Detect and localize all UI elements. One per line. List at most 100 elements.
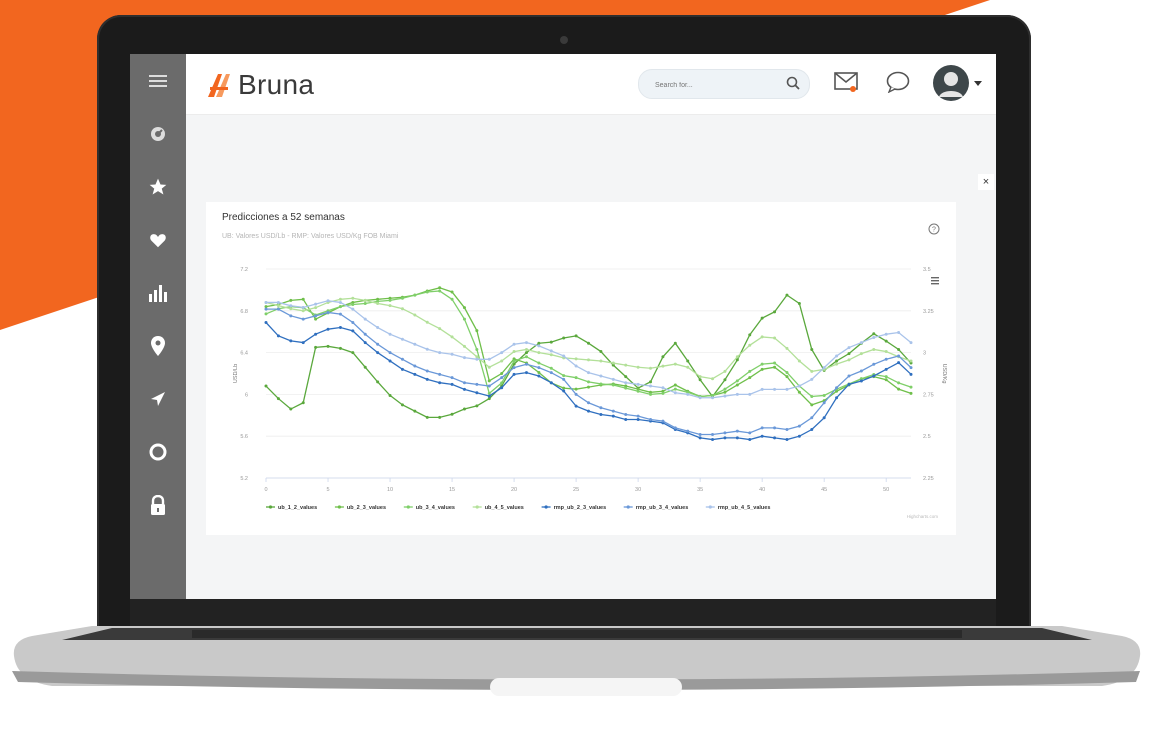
y-tick-label: 6 bbox=[245, 392, 248, 398]
data-point-ub_1_2_values bbox=[872, 332, 876, 336]
chart-menu-icon bbox=[931, 277, 939, 279]
data-point-ub_1_2_values bbox=[537, 341, 541, 345]
legend-item-label: rmp_ub_4_5_values bbox=[718, 505, 771, 511]
data-point-ub_1_2_values bbox=[264, 384, 268, 388]
x-tick-label: 15 bbox=[449, 487, 455, 493]
data-point-rmp_ub_3_4_values bbox=[326, 310, 330, 314]
data-point-ub_2_3_values bbox=[500, 372, 504, 375]
data-point-ub_4_5_values bbox=[289, 307, 293, 311]
y-tick-label: 7.2 bbox=[240, 267, 248, 273]
laptop-base bbox=[12, 626, 1141, 696]
data-point-rmp_ub_3_4_values bbox=[661, 419, 665, 423]
bar-chart-icon[interactable] bbox=[130, 266, 186, 319]
data-point-ub_1_2_values bbox=[797, 301, 801, 305]
data-point-ub_2_3_values bbox=[748, 376, 752, 380]
data-point-ub_3_4_values bbox=[636, 389, 640, 393]
data-point-rmp_ub_3_4_values bbox=[549, 371, 553, 375]
data-point-rmp_ub_2_3_values bbox=[587, 409, 590, 413]
data-point-ub_1_2_values bbox=[673, 341, 677, 345]
chart-title: Predicciones a 52 semanas bbox=[222, 212, 345, 223]
legend-item-label: ub_4_5_values bbox=[485, 505, 524, 511]
data-point-rmp_ub_4_5_values bbox=[748, 392, 752, 396]
data-point-ub_1_2_values bbox=[897, 347, 901, 351]
data-point-rmp_ub_3_4_values bbox=[611, 409, 615, 413]
data-point-ub_2_3_values bbox=[673, 383, 677, 387]
search-icon[interactable] bbox=[786, 76, 800, 90]
data-point-rmp_ub_2_3_values bbox=[326, 327, 330, 331]
y-tick-label: 5.2 bbox=[240, 476, 248, 482]
data-point-rmp_ub_2_3_values bbox=[425, 377, 429, 381]
data-point-rmp_ub_2_3_values bbox=[400, 367, 404, 371]
data-point-ub_4_5_values bbox=[760, 335, 764, 339]
menu-icon[interactable] bbox=[130, 54, 186, 107]
data-point-ub_3_4_values bbox=[773, 361, 777, 365]
x-tick-label: 30 bbox=[635, 487, 641, 493]
data-point-rmp_ub_4_5_values bbox=[314, 302, 318, 306]
data-point-ub_4_5_values bbox=[859, 352, 863, 356]
series-line-ub_1_2_values bbox=[265, 294, 912, 419]
data-point-rmp_ub_2_3_values bbox=[438, 381, 442, 385]
data-point-rmp_ub_3_4_values bbox=[624, 412, 628, 416]
data-point-rmp_ub_3_4_values bbox=[425, 369, 429, 373]
data-point-rmp_ub_2_3_values bbox=[276, 334, 280, 338]
heart-icon[interactable] bbox=[130, 213, 186, 266]
legend-marker bbox=[708, 505, 712, 509]
data-point-ub_4_5_values bbox=[351, 296, 355, 300]
data-point-ub_3_4_values bbox=[723, 387, 727, 391]
circle-icon[interactable] bbox=[130, 425, 186, 478]
lock-icon[interactable] bbox=[130, 478, 186, 531]
data-point-ub_4_5_values bbox=[711, 377, 715, 381]
user-avatar-icon[interactable] bbox=[932, 64, 970, 102]
data-point-ub_4_5_values bbox=[314, 306, 318, 310]
data-point-rmp_ub_3_4_values bbox=[301, 317, 305, 321]
search-input[interactable] bbox=[653, 75, 777, 95]
data-point-ub_3_4_values bbox=[673, 387, 677, 391]
star-icon[interactable] bbox=[130, 160, 186, 213]
data-point-rmp_ub_4_5_values bbox=[760, 387, 764, 391]
data-point-rmp_ub_4_5_values bbox=[872, 336, 876, 340]
chart-card: 5.2 5.6 6 6.4 6.8 7.2 2.25 2.5 2.75 3 3.25 3.5 0 5 10 1… bbox=[206, 202, 956, 535]
chart-menu-icon bbox=[931, 280, 939, 282]
data-point-ub_3_4_values bbox=[264, 312, 268, 316]
data-point-rmp_ub_2_3_values bbox=[512, 372, 516, 376]
data-point-rmp_ub_3_4_values bbox=[698, 433, 702, 437]
dashboard-icon[interactable] bbox=[130, 107, 186, 160]
webcam-icon bbox=[560, 36, 568, 44]
search-box[interactable] bbox=[638, 69, 810, 99]
data-point-ub_4_5_values bbox=[376, 301, 380, 305]
data-point-rmp_ub_3_4_values bbox=[711, 433, 715, 437]
data-point-ub_4_5_values bbox=[673, 362, 677, 366]
data-point-ub_4_5_values bbox=[909, 359, 913, 363]
data-point-ub_1_2_values bbox=[289, 407, 293, 411]
data-point-ub_2_3_values bbox=[909, 391, 913, 395]
chat-icon[interactable] bbox=[886, 71, 910, 93]
data-point-rmp_ub_4_5_values bbox=[649, 384, 653, 388]
chevron-down-icon[interactable] bbox=[974, 81, 982, 87]
close-icon[interactable]: × bbox=[978, 174, 994, 190]
chart-menu-icon bbox=[931, 283, 939, 285]
data-point-rmp_ub_2_3_values bbox=[450, 382, 454, 386]
map-pin-icon[interactable] bbox=[130, 319, 186, 372]
data-point-ub_3_4_values bbox=[438, 289, 442, 293]
data-point-ub_3_4_values bbox=[822, 393, 826, 397]
data-point-ub_4_5_values bbox=[549, 353, 553, 357]
x-tick-label: 0 bbox=[264, 487, 267, 493]
data-point-ub_4_5_values bbox=[624, 363, 628, 367]
navigation-icon[interactable] bbox=[130, 372, 186, 425]
logo-text: Bruna bbox=[238, 69, 315, 100]
bruna-logo[interactable]: Bruna bbox=[206, 68, 314, 102]
data-point-ub_1_2_values bbox=[400, 403, 404, 407]
data-point-ub_4_5_values bbox=[301, 309, 305, 313]
data-point-ub_1_2_values bbox=[810, 347, 814, 351]
data-point-ub_4_5_values bbox=[661, 364, 665, 368]
data-point-ub_4_5_values bbox=[425, 320, 429, 324]
data-point-ub_1_2_values bbox=[847, 352, 851, 356]
help-icon[interactable]: ? bbox=[928, 223, 940, 235]
data-point-ub_4_5_values bbox=[785, 346, 789, 350]
data-point-rmp_ub_4_5_values bbox=[462, 356, 466, 360]
data-point-rmp_ub_4_5_values bbox=[897, 331, 901, 335]
data-point-ub_1_2_values bbox=[698, 378, 702, 382]
x-tick-label: 25 bbox=[573, 487, 579, 493]
data-point-rmp_ub_2_3_values bbox=[760, 434, 764, 438]
y-axis-title: USD/Lb bbox=[233, 364, 239, 383]
